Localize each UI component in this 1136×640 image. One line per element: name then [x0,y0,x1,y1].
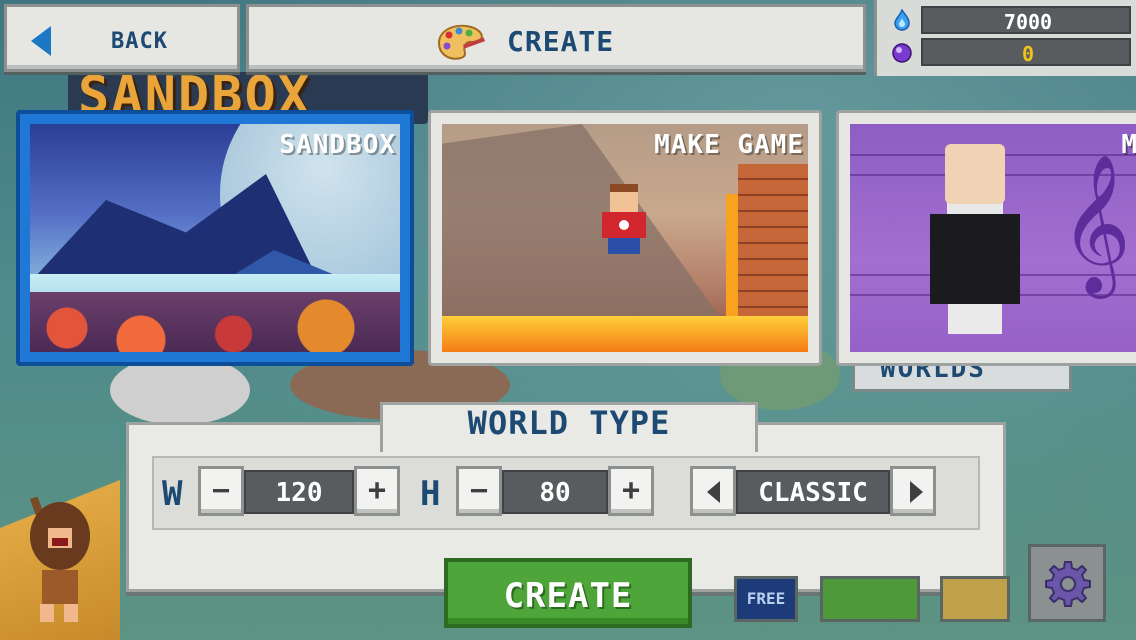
world-type-value: CLASSIC [758,478,868,508]
plus-icon: + [367,473,387,508]
plus-icon: + [621,473,641,508]
gems-bar: 0 [921,38,1131,66]
trophy-button[interactable] [940,576,1010,622]
music-card[interactable]: 𝄞 M [836,110,1136,366]
games-button[interactable] [820,576,920,622]
make-game-card-label: MAKE GAME [654,130,804,160]
create-button-label: CREATE [503,576,633,616]
make-game-card[interactable]: MAKE GAME [428,110,822,366]
create-button[interactable]: CREATE [444,558,692,628]
chevron-right-icon [910,481,923,503]
hero-character [602,184,646,254]
gems-value: 0 [1021,42,1035,66]
mana-row: 7000 [885,6,1135,34]
height-value-field: 80 [502,470,608,514]
title-panel: CREATE [246,4,866,72]
free-badge[interactable]: FREE [734,576,798,622]
height-increase-button[interactable]: + [608,466,654,516]
paint-palette-icon [437,24,486,60]
purple-orb-icon [892,43,912,63]
music-card-label: M [1121,130,1136,160]
back-button[interactable]: BACK [4,4,240,72]
mana-value: 7000 [1003,10,1053,34]
back-arrow-icon [31,26,51,56]
gems-row: 0 [885,38,1135,66]
top-bar: BACK CREATE 7000 0 [0,0,1136,76]
sandbox-card-label: SANDBOX [279,130,396,160]
free-badge-label: FREE [746,589,786,608]
minus-icon: − [469,473,489,508]
width-value: 120 [275,478,323,508]
currency-panel: 7000 0 [874,0,1136,76]
conductor-character [920,144,1030,334]
blue-flame-icon [894,9,910,31]
height-label: H [420,474,441,514]
width-increase-button[interactable]: + [354,466,400,516]
music-card-image: 𝄞 [850,124,1136,352]
height-value: 80 [539,478,571,508]
sandbox-card[interactable]: SANDBOX [16,110,414,366]
width-value-field: 120 [244,470,354,514]
chevron-left-icon [707,481,720,503]
height-decrease-button[interactable]: − [456,466,502,516]
minus-icon: − [211,473,231,508]
width-label: W [162,474,183,514]
mana-bar: 7000 [921,6,1131,34]
width-decrease-button[interactable]: − [198,466,244,516]
settings-button[interactable] [1028,544,1106,622]
caveman-character [29,496,90,622]
world-type-prev-button[interactable] [690,466,736,516]
back-label: BACK [111,29,168,54]
world-type-next-button[interactable] [890,466,936,516]
world-type-title: WORLD TYPE [467,404,671,442]
world-type-field: CLASSIC [736,470,890,514]
gear-icon [1045,561,1091,607]
treble-clef-icon: 𝄞 [1060,154,1131,293]
screen-title: CREATE [507,25,615,58]
